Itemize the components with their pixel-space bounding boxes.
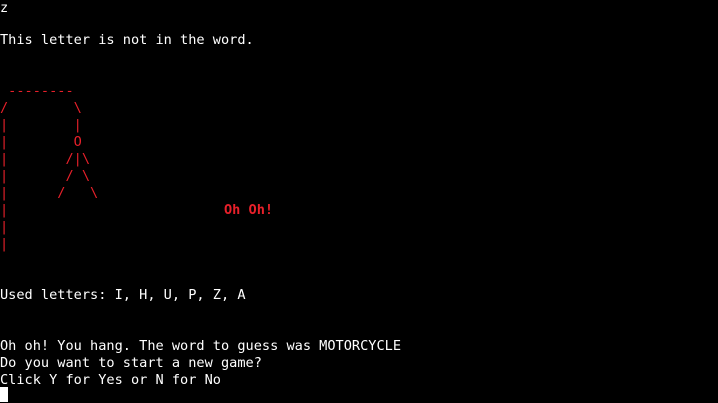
feedback-message: This letter is not in the word. (0, 32, 254, 48)
new-game-prompt: Do you want to start a new game? (0, 355, 262, 371)
hangman-line-9: | (0, 219, 9, 235)
hangman-line-8: | (0, 202, 9, 218)
hangman-line-5: | /|\ (0, 151, 91, 167)
input-cursor[interactable] (0, 387, 8, 402)
used-letters: Used letters: I, H, U, P, Z, A (0, 287, 246, 303)
input-echo: z (0, 0, 9, 16)
hangman-line-1: -------- (0, 83, 74, 99)
hangman-line-2: / \ (0, 100, 82, 116)
hangman-line-4: | O (0, 134, 82, 150)
hangman-line-3: | | (0, 117, 82, 133)
hangman-line-7: | / \ (0, 185, 99, 201)
hangman-line-10: | (0, 236, 9, 252)
result-message: Oh oh! You hang. The word to guess was M… (0, 338, 402, 354)
oh-oh-exclamation: Oh Oh! (224, 202, 274, 218)
hangman-line-6: | / \ (0, 168, 91, 184)
yes-no-instructions: Click Y for Yes or N for No (0, 372, 221, 388)
terminal-window: z This letter is not in the word. ------… (0, 0, 718, 403)
